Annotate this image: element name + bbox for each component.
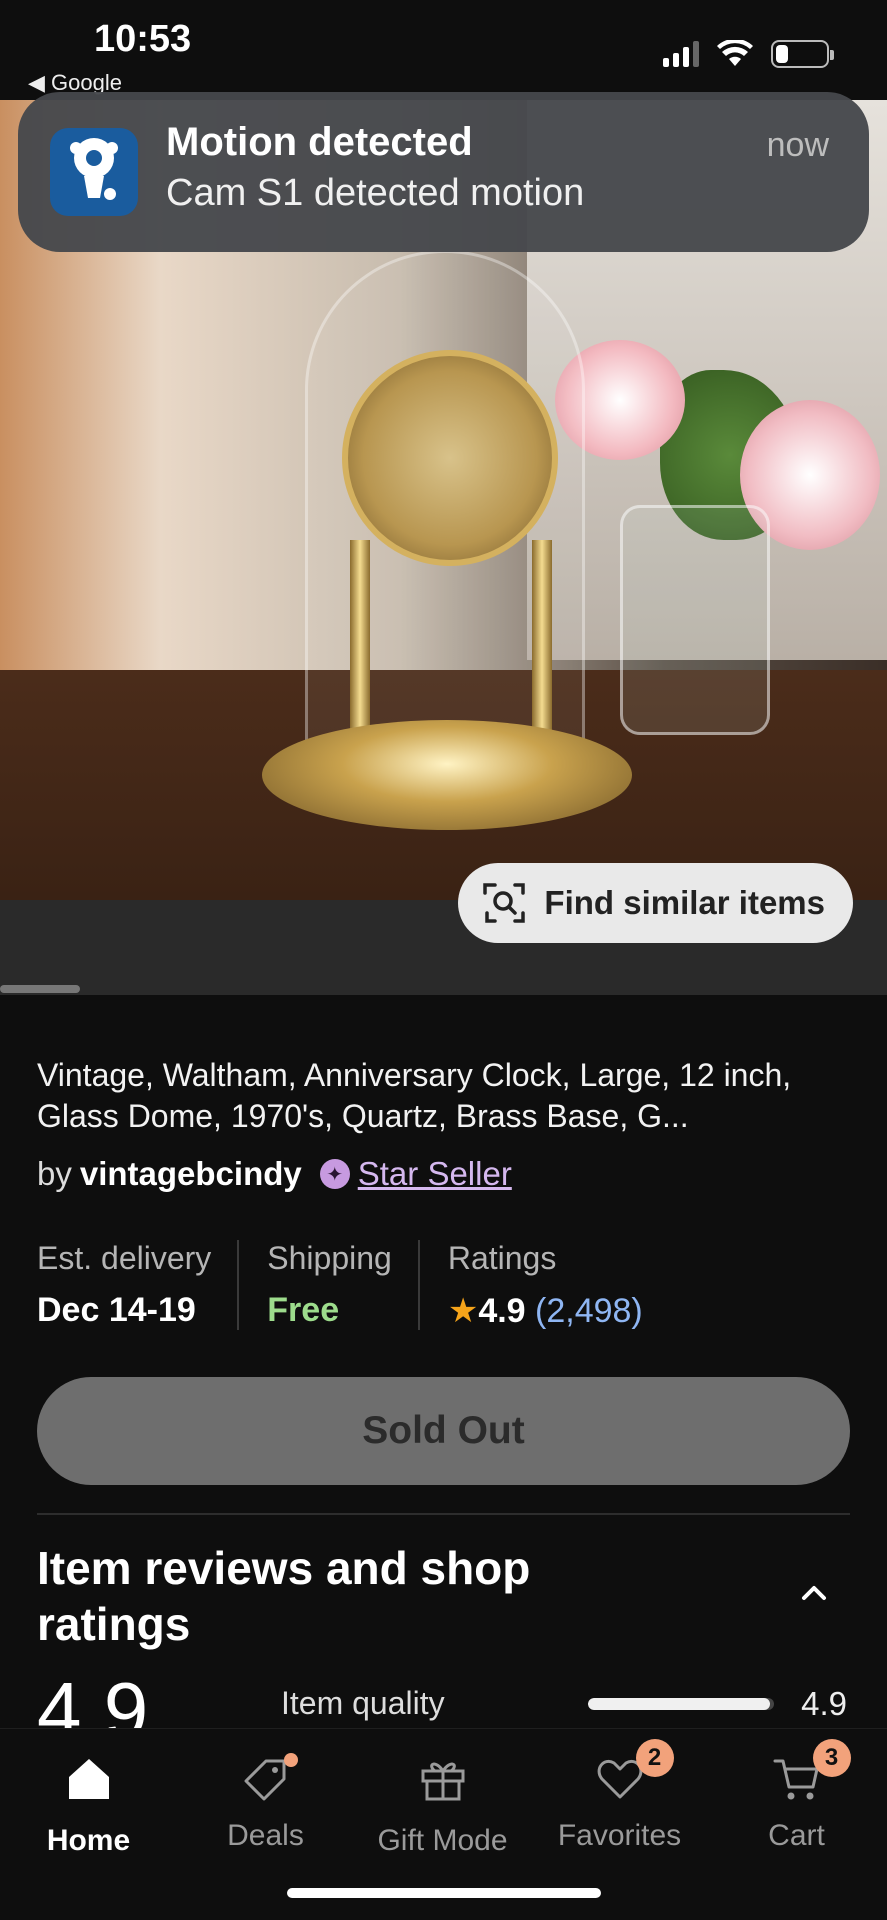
star-seller-link[interactable]: Star Seller: [358, 1155, 512, 1193]
tab-favorites[interactable]: 2 Favorites: [531, 1729, 708, 1853]
seller-line: by vintagebcindy ✦ Star Seller: [37, 1155, 512, 1193]
battery-icon: [771, 40, 834, 68]
tab-deals-label: Deals: [227, 1819, 304, 1852]
deals-dot: [283, 1753, 298, 1767]
carousel-indicator: [0, 985, 80, 993]
cart-badge: 3: [812, 1739, 851, 1777]
ratings-label: Ratings: [447, 1240, 557, 1276]
tab-cart[interactable]: 3 Cart: [708, 1729, 885, 1853]
product-facts: Est. delivery Dec 14-19 Shipping Free Ra…: [37, 1240, 697, 1330]
delivery-label: Est. delivery: [37, 1240, 212, 1276]
tab-gift-mode[interactable]: Gift Mode: [354, 1729, 531, 1858]
tab-home-label: Home: [46, 1824, 131, 1857]
product-title[interactable]: Vintage, Waltham, Anniversary Clock, Lar…: [37, 1055, 857, 1137]
notification-body: Cam S1 detected motion: [166, 172, 585, 214]
tab-home[interactable]: Home: [0, 1729, 177, 1858]
gift-icon: [421, 1762, 464, 1801]
status-icons: [663, 40, 834, 68]
item-quality-bar-fill: [588, 1698, 771, 1710]
star-seller-icon: ✦: [319, 1159, 350, 1189]
item-quality-label: Item quality: [281, 1685, 445, 1721]
status-time: 10:53: [94, 18, 192, 60]
cellular-signal-icon: [663, 41, 699, 67]
camera-app-icon: [50, 128, 138, 216]
find-similar-items-button[interactable]: Find similar items: [458, 863, 853, 943]
tab-cart-label: Cart: [768, 1819, 825, 1852]
clock-face: [342, 350, 558, 566]
item-quality-bar: [588, 1698, 774, 1710]
rating-value: 4.9: [478, 1292, 526, 1330]
sold-out-button[interactable]: Sold Out: [37, 1377, 850, 1485]
ratings-fact[interactable]: Ratings ★4.9 (2,498): [448, 1240, 669, 1330]
home-icon: [68, 1759, 109, 1799]
chevron-up-icon[interactable]: [796, 1575, 832, 1611]
divider: [37, 1513, 850, 1515]
notification-time: now: [766, 126, 829, 164]
by-label: by: [37, 1155, 72, 1192]
item-quality-value: 4.9: [801, 1685, 847, 1722]
find-similar-label: Find similar items: [544, 884, 825, 921]
tab-favorites-label: Favorites: [557, 1819, 682, 1852]
delivery-fact: Est. delivery Dec 14-19: [37, 1240, 240, 1330]
visual-search-icon: [483, 883, 526, 923]
wifi-icon: [717, 40, 753, 66]
delivery-value: Dec 14-19: [37, 1291, 196, 1329]
seller-name-link[interactable]: vintagebcindy: [80, 1155, 302, 1193]
motion-notification[interactable]: Motion detected Cam S1 detected motion n…: [18, 92, 869, 252]
home-indicator: [287, 1888, 601, 1898]
tab-deals[interactable]: Deals: [177, 1729, 354, 1853]
shipping-value: Free: [267, 1291, 340, 1329]
favorites-badge: 2: [635, 1739, 674, 1777]
star-icon: ★: [447, 1292, 479, 1330]
battery-level: [776, 45, 788, 63]
shipping-label: Shipping: [267, 1240, 392, 1276]
notification-title: Motion detected: [166, 120, 473, 164]
reviews-section-title: Item reviews and shop ratings: [37, 1542, 531, 1650]
tab-gift-mode-label: Gift Mode: [377, 1824, 508, 1857]
status-bar: 10:53 ◀ Google: [0, 0, 887, 100]
rating-count-link[interactable]: (2,498): [535, 1292, 643, 1330]
shipping-fact: Shipping Free: [267, 1240, 420, 1330]
